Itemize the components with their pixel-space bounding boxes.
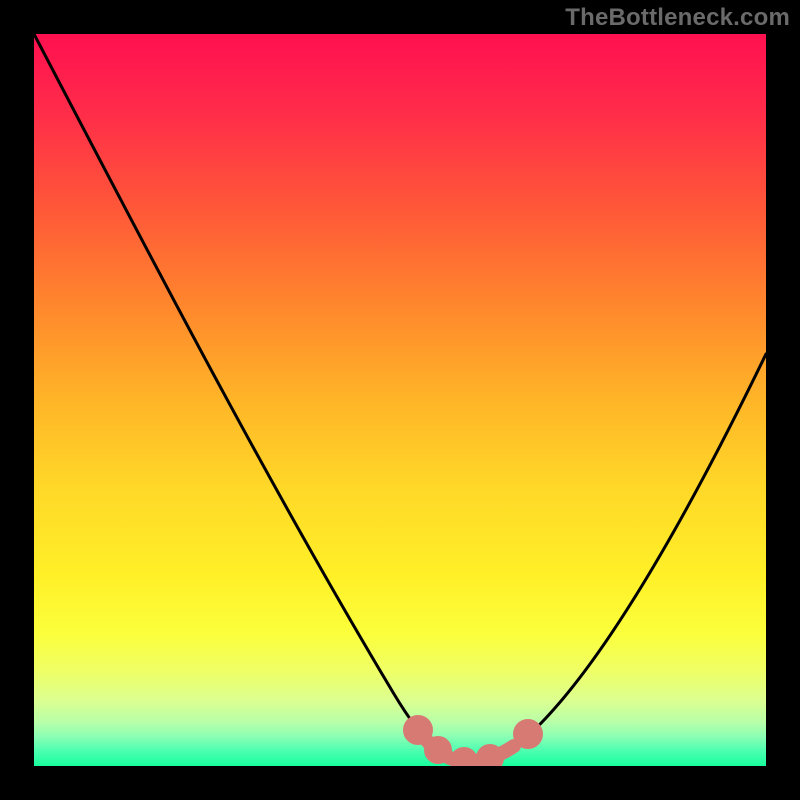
- curve-layer: [34, 34, 766, 766]
- highlight-band: [410, 722, 536, 766]
- plot-area: [34, 34, 766, 766]
- chart-frame: TheBottleneck.com: [0, 0, 800, 800]
- bottleneck-curve: [34, 34, 766, 760]
- watermark-text: TheBottleneck.com: [565, 4, 790, 32]
